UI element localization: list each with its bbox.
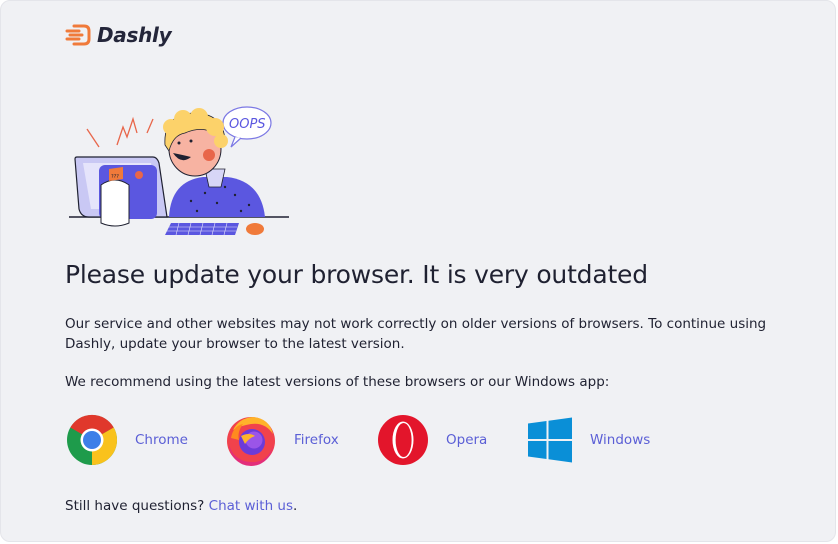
- logo-text: Dashly: [97, 23, 172, 47]
- footer-question: Still have questions?: [65, 498, 205, 514]
- footer-text: Still have questions? Chat with us.: [65, 498, 297, 514]
- chrome-label: Chrome: [135, 432, 188, 448]
- footer-period: .: [293, 498, 298, 514]
- firefox-icon: [227, 417, 275, 466]
- windows-label: Windows: [590, 432, 651, 448]
- opera-icon: [378, 415, 428, 465]
- recommend-text: We recommend using the latest versions o…: [65, 374, 610, 390]
- chrome-link[interactable]: Chrome: [66, 414, 188, 466]
- page-panel: Dashly ??? OOPS Please update your brows…: [0, 0, 836, 542]
- dashly-logo-icon: [65, 24, 91, 46]
- opera-link[interactable]: Opera: [377, 414, 487, 466]
- dashly-logo[interactable]: Dashly: [65, 23, 172, 47]
- monitor: ???: [74, 156, 168, 227]
- note-text: ???: [111, 174, 119, 180]
- chat-with-us-link[interactable]: Chat with us: [209, 498, 293, 514]
- speech-bubble: OOPS: [222, 106, 272, 148]
- windows-icon: [528, 417, 572, 463]
- chrome-icon: [67, 414, 118, 466]
- alarm-strokes: [86, 116, 154, 148]
- page-description: Our service and other websites may not w…: [65, 316, 767, 352]
- oops-illustration: ??? OOPS: [69, 106, 289, 236]
- windows-link[interactable]: Windows: [527, 414, 650, 466]
- bubble-text: OOPS: [229, 117, 266, 132]
- firefox-link[interactable]: Firefox: [225, 414, 339, 466]
- opera-label: Opera: [446, 432, 488, 448]
- firefox-label: Firefox: [294, 432, 339, 448]
- keyboard: [165, 223, 239, 235]
- mouse: [246, 223, 264, 235]
- page-title: Please update your browser. It is very o…: [65, 260, 648, 289]
